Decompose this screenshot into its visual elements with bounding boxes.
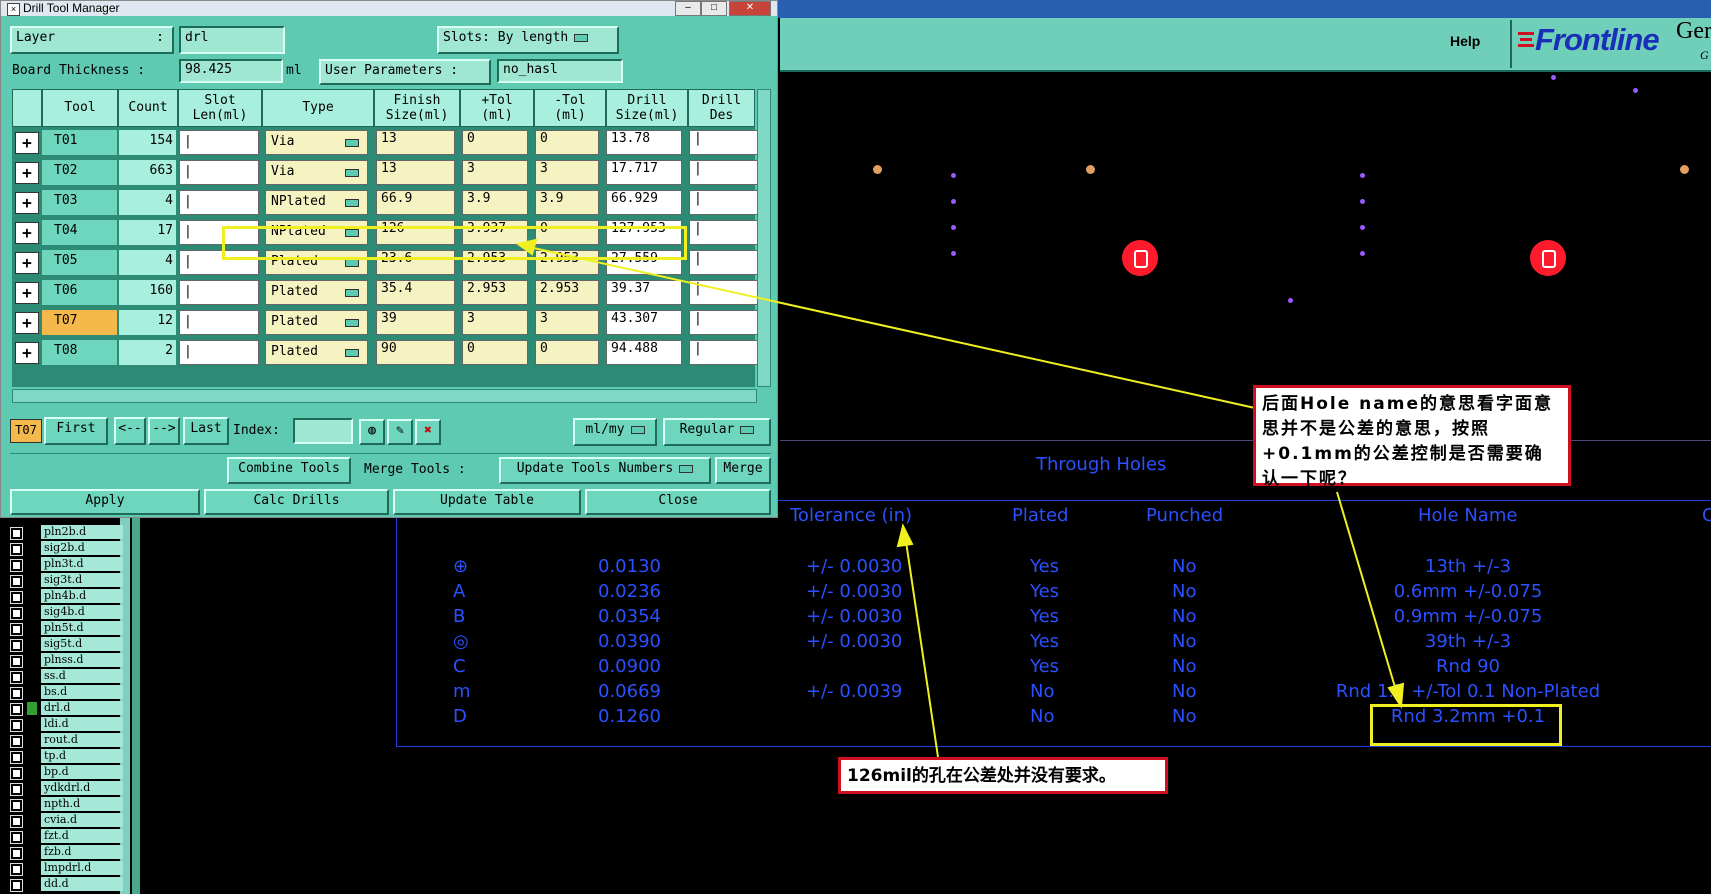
annotation-note-126mil: 126mil的孔在公差处并没有要求。 [838,757,1168,794]
annotation-note-hole-name: 后面Hole name的意思看字面意思并不是公差的意思，按照+0.1mm的公差控… [1253,385,1571,489]
